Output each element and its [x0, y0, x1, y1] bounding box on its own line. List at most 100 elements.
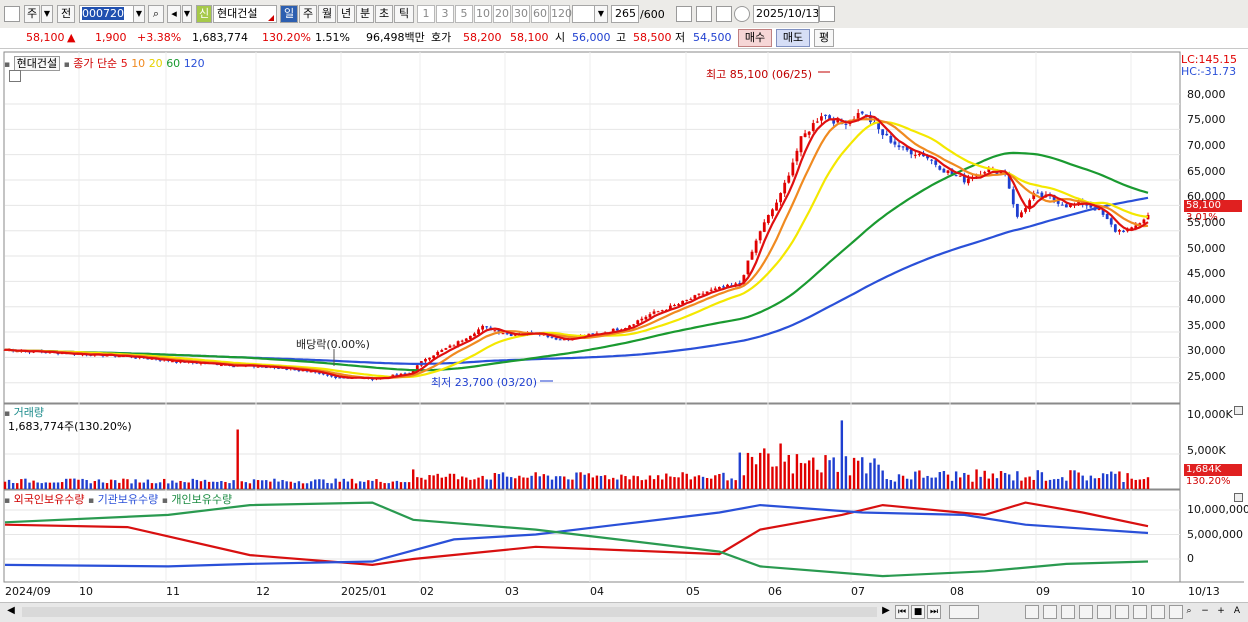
holdings-panel-menu-icon[interactable] — [1234, 493, 1243, 502]
period-second[interactable]: 초 — [375, 5, 393, 23]
stock-code-input[interactable]: 000720 — [79, 5, 135, 23]
save-icon[interactable] — [716, 6, 732, 22]
period-year[interactable]: 년 — [337, 5, 355, 23]
tool-icon-7[interactable] — [1133, 605, 1147, 619]
text-tool-icon[interactable]: A — [1230, 605, 1244, 619]
volume-bar — [379, 481, 382, 489]
volume-bar — [322, 479, 325, 489]
volume-bar — [616, 479, 619, 489]
zoom-in-icon[interactable]: + — [1214, 605, 1228, 619]
next-page-icon[interactable]: ⏭ — [927, 605, 941, 619]
interval-60[interactable]: 60 — [531, 5, 549, 23]
x-label-08: 08 — [950, 585, 964, 598]
legend-stock-name[interactable]: 현대건설 — [13, 56, 61, 71]
market-select[interactable]: 주 — [24, 5, 40, 23]
code-dropdown-icon[interactable]: ▼ — [133, 5, 145, 23]
legend-ma120[interactable]: 120 — [184, 57, 205, 70]
buy-button[interactable]: 매수 — [738, 29, 772, 47]
first-page-icon[interactable]: ⏮ — [895, 605, 909, 619]
legend-type[interactable]: 종가 단순 — [73, 57, 117, 70]
volume-bar — [983, 470, 986, 489]
volume-bar — [36, 482, 39, 489]
period-week[interactable]: 주 — [299, 5, 317, 23]
volume-bar — [240, 481, 243, 489]
legend-foreign[interactable]: 외국인보유수량 — [14, 493, 85, 506]
candle-body — [938, 166, 942, 170]
interval-120[interactable]: 120 — [550, 5, 572, 23]
chart-area[interactable]: ▪ 현대건설 ▪ 종가 단순 5 10 20 60 120 LC:145.15 … — [0, 49, 1248, 602]
change-amount: 1,900 — [95, 31, 127, 44]
volume-bar — [714, 475, 717, 489]
scroll-right-icon[interactable]: ▶ — [879, 605, 893, 619]
legend-ma5[interactable]: 5 — [121, 57, 128, 70]
candle-body — [1015, 203, 1019, 217]
search-icon[interactable]: ⌕ — [148, 5, 164, 23]
candle-body — [913, 154, 917, 156]
volume-bar — [644, 479, 648, 489]
count-input[interactable]: 265 — [611, 5, 639, 23]
volume-bar — [65, 478, 68, 489]
view-icon[interactable] — [949, 605, 979, 619]
legend-ma10[interactable]: 10 — [131, 57, 145, 70]
window-menu-icon[interactable] — [4, 6, 20, 22]
interval-10[interactable]: 10 — [474, 5, 492, 23]
volume-bar — [922, 477, 925, 489]
candle-body — [656, 311, 660, 313]
tool-icon-1[interactable] — [1025, 605, 1039, 619]
volume-bar — [730, 478, 733, 489]
zoom-icon[interactable]: ⌕ — [1182, 605, 1196, 619]
stop-icon[interactable]: ■ — [911, 605, 925, 619]
tool-icon-5[interactable] — [1097, 605, 1111, 619]
prev-button[interactable]: 전 — [57, 5, 75, 23]
calendar-icon[interactable] — [819, 6, 835, 22]
speaker-icon[interactable]: ◂ — [167, 5, 181, 23]
volume-bar — [746, 452, 750, 489]
volume-bar — [661, 479, 664, 489]
legend-ma20[interactable]: 20 — [149, 57, 163, 70]
legend-ma60[interactable]: 60 — [166, 57, 180, 70]
volume-bar — [412, 469, 415, 489]
y-tick-45000: 45,000 — [1187, 267, 1226, 280]
tool-icon-6[interactable] — [1115, 605, 1129, 619]
interval-5[interactable]: 5 — [455, 5, 473, 23]
tool-icon-8[interactable] — [1151, 605, 1165, 619]
hc-label: HC:-31.73 — [1181, 65, 1237, 78]
tool-icon-9[interactable] — [1169, 605, 1183, 619]
period-month[interactable]: 월 — [318, 5, 336, 23]
interval-30[interactable]: 30 — [512, 5, 530, 23]
dividend-annotation: 배당락(0.00%) — [296, 338, 370, 351]
tool-icon-3[interactable] — [1061, 605, 1075, 619]
scroll-bar[interactable]: ◀ ▶ ⏮ ■ ⏭ ⌕ − + A — [0, 602, 1248, 622]
zoom-out-icon[interactable]: − — [1198, 605, 1212, 619]
volume-bar — [269, 481, 272, 489]
tools-icon[interactable] — [696, 6, 712, 22]
interval-20[interactable]: 20 — [493, 5, 511, 23]
volume-bar — [375, 479, 378, 489]
interval-dropdown-icon[interactable]: ▼ — [594, 5, 608, 23]
candle-body — [501, 333, 505, 335]
tool-icon-2[interactable] — [1043, 605, 1057, 619]
period-day[interactable]: 일 — [280, 5, 298, 23]
legend-individual[interactable]: 개인보유수량 — [171, 493, 232, 506]
market-dropdown-icon[interactable]: ▼ — [41, 5, 53, 23]
speaker-dropdown-icon[interactable]: ▼ — [182, 5, 192, 23]
candle-body — [881, 129, 885, 136]
interval-1[interactable]: 1 — [417, 5, 435, 23]
legend-institution[interactable]: 기관보유수량 — [98, 493, 159, 506]
tool-icon-4[interactable] — [1079, 605, 1093, 619]
sell-button[interactable]: 매도 — [776, 29, 810, 47]
candle-icon[interactable] — [676, 6, 692, 22]
period-tick[interactable]: 틱 — [394, 5, 414, 23]
gear-icon[interactable] — [734, 6, 750, 22]
date-input[interactable]: 2025/10/13 — [753, 5, 819, 23]
volume-bar — [877, 464, 880, 489]
average-button[interactable]: 평 — [814, 29, 834, 47]
volume-bar — [277, 481, 280, 489]
grid-table-icon[interactable] — [9, 70, 21, 82]
scroll-left-icon[interactable]: ◀ — [4, 605, 18, 619]
volume-bar — [550, 479, 554, 489]
period-minute[interactable]: 분 — [356, 5, 374, 23]
scroll-track[interactable] — [22, 607, 877, 617]
interval-3[interactable]: 3 — [436, 5, 454, 23]
volume-panel-menu-icon[interactable] — [1234, 406, 1243, 415]
